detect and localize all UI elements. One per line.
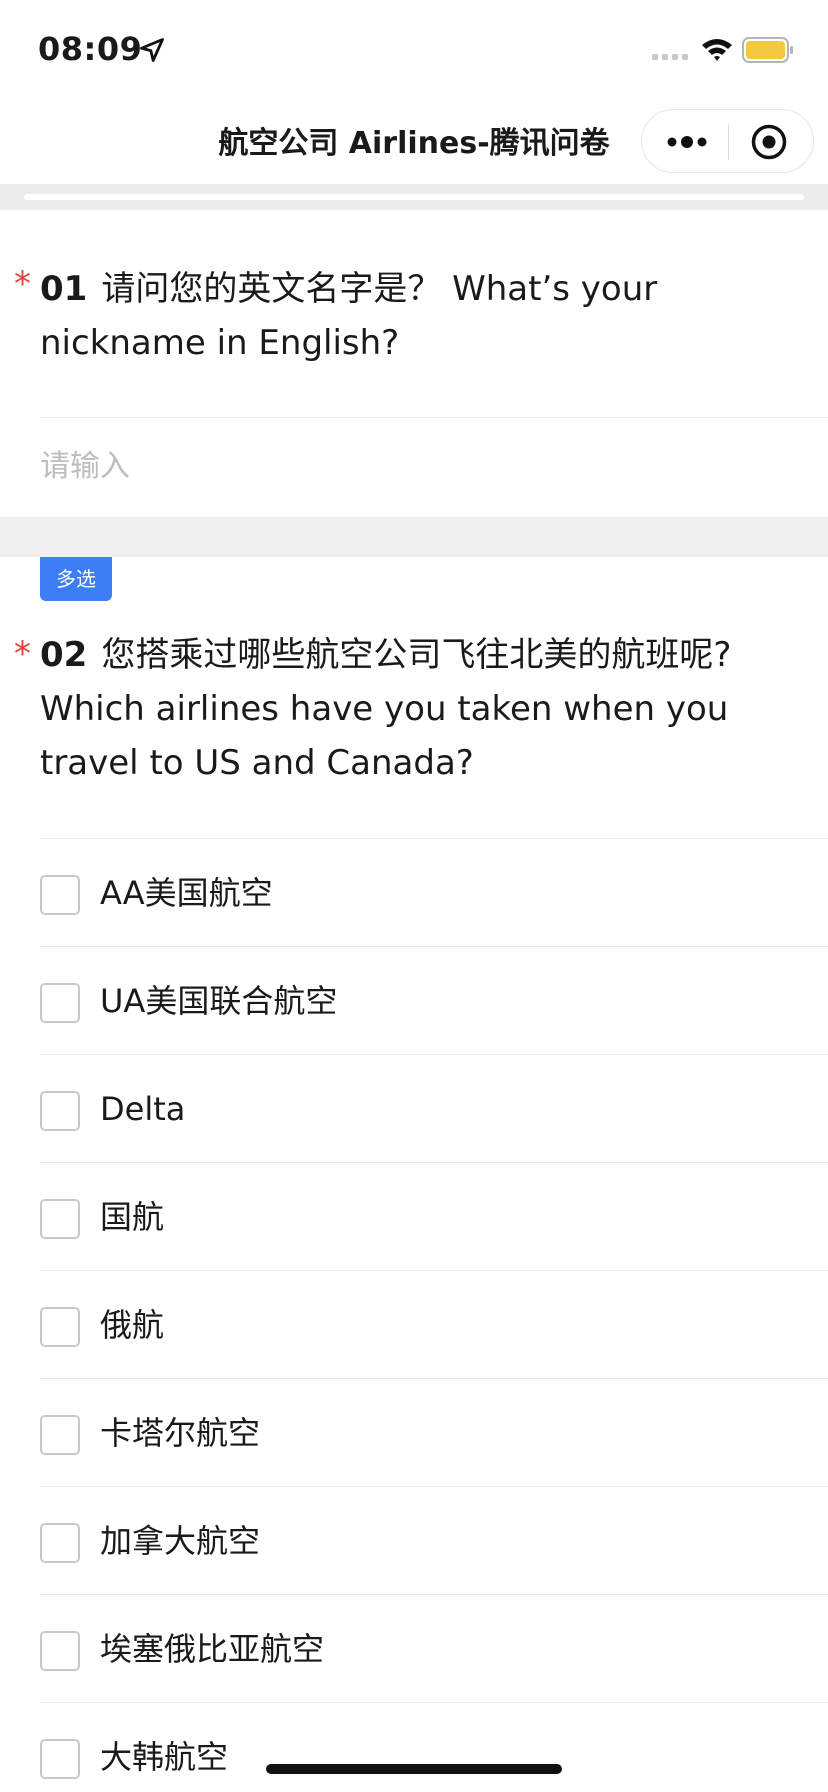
option-aeroflot[interactable]: 俄航	[0, 1271, 828, 1379]
option-qatar[interactable]: 卡塔尔航空	[0, 1379, 828, 1487]
option-label: 卡塔尔航空	[100, 1414, 261, 1452]
option-aa[interactable]: AA美国航空	[0, 839, 828, 947]
option-air-canada[interactable]: 加拿大航空	[0, 1487, 828, 1595]
question-1-title: 01 请问您的英文名字是？ What’s your nickname in Eng…	[40, 262, 657, 370]
target-icon[interactable]	[750, 123, 788, 161]
question-2-line1: 02 您搭乘过哪些航空公司飞往北美的航班呢?	[40, 628, 731, 682]
nickname-input[interactable]	[40, 436, 800, 496]
option-label: 埃塞俄比亚航空	[100, 1630, 325, 1668]
progress-fill	[24, 194, 804, 200]
option-label: Delta	[100, 1090, 186, 1128]
question-1-line1: 01 请问您的英文名字是？ What’s your	[40, 262, 657, 316]
option-label: 大韩航空	[100, 1738, 229, 1776]
required-mark: *	[14, 634, 31, 674]
question-2-text-line2: Which airlines have you taken when you	[40, 689, 729, 729]
checkbox[interactable]	[40, 983, 80, 1023]
checkbox[interactable]	[40, 1415, 80, 1455]
checkbox[interactable]	[40, 1307, 80, 1347]
location-arrow-icon	[140, 38, 164, 62]
checkbox[interactable]	[40, 875, 80, 915]
checkbox[interactable]	[40, 1631, 80, 1671]
question-1-text-line2: nickname in English?	[40, 323, 400, 363]
more-dots-icon[interactable]	[664, 126, 710, 158]
question-1: * 01 请问您的英文名字是？ What’s your nickname in E…	[0, 210, 828, 517]
question-2-title: 02 您搭乘过哪些航空公司飞往北美的航班呢? Which airlines hav…	[40, 628, 731, 790]
wifi-icon	[702, 39, 732, 61]
option-ethiopian[interactable]: 埃塞俄比亚航空	[0, 1595, 828, 1703]
section-separator	[0, 517, 828, 557]
option-air-china[interactable]: 国航	[0, 1163, 828, 1271]
option-label: 俄航	[100, 1306, 165, 1344]
question-2-text-line1: 您搭乘过哪些航空公司飞往北美的航班呢?	[101, 635, 732, 675]
question-2-text-line3: travel to US and Canada?	[40, 743, 474, 783]
option-ua[interactable]: UA美国联合航空	[0, 947, 828, 1055]
checkbox[interactable]	[40, 1091, 80, 1131]
checkbox[interactable]	[40, 1523, 80, 1563]
nav-bar: 航空公司 Airlines-腾讯问卷	[0, 96, 828, 184]
checkbox[interactable]	[40, 1199, 80, 1239]
mini-program-capsule	[641, 109, 814, 173]
question-number: 01	[40, 269, 88, 309]
status-bar: 08:09	[0, 0, 828, 96]
checkbox[interactable]	[40, 1739, 80, 1779]
battery-icon	[742, 37, 793, 63]
required-mark: *	[14, 264, 31, 304]
option-label: 国航	[100, 1198, 165, 1236]
home-indicator[interactable]	[266, 1764, 562, 1774]
page-title-text: 航空公司 Airlines-腾讯问卷	[218, 126, 610, 161]
option-korean-air[interactable]: 大韩航空	[0, 1703, 828, 1792]
multi-select-badge: 多选	[40, 557, 112, 601]
capsule-divider	[728, 124, 729, 160]
progress-track	[0, 184, 828, 210]
option-label: AA美国航空	[100, 874, 273, 912]
divider	[40, 417, 828, 418]
signal-icon	[652, 54, 688, 60]
question-number: 02	[40, 635, 88, 675]
option-label: 加拿大航空	[100, 1522, 261, 1560]
option-delta[interactable]: Delta	[0, 1055, 828, 1163]
question-1-text-line1: 请问您的英文名字是？ What’s your	[101, 269, 658, 309]
option-label: UA美国联合航空	[100, 982, 338, 1020]
status-time: 08:09	[38, 30, 143, 68]
